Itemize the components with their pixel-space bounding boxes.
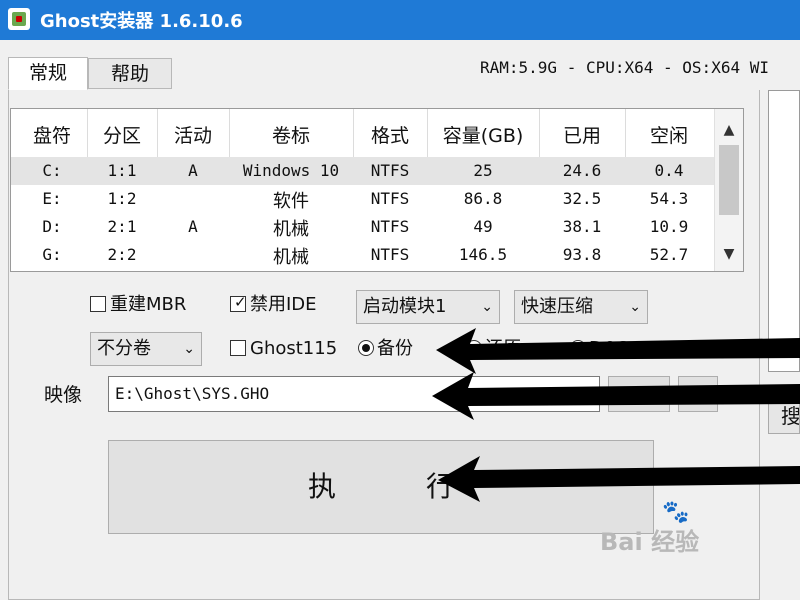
arrow-to-image xyxy=(432,372,800,420)
arrow-to-execute xyxy=(438,456,800,502)
baidu-watermark: 🐾 Bai 经验 xyxy=(600,500,700,556)
arrow-to-backup xyxy=(436,328,800,374)
